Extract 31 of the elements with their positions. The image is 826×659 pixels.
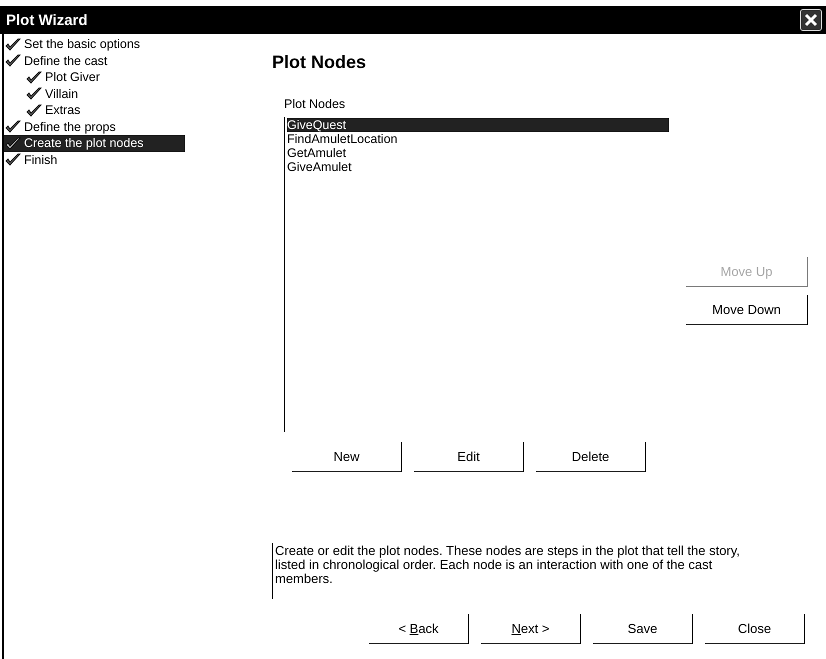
new-button[interactable]: New [292, 442, 402, 472]
list-item[interactable]: FindAmuletLocation [287, 132, 669, 146]
close-button[interactable]: Close [705, 614, 805, 644]
next-button[interactable]: Next > [481, 614, 581, 644]
list-label: Plot Nodes [284, 97, 346, 111]
check-icon [26, 87, 42, 100]
check-icon [26, 104, 42, 117]
back-button[interactable]: < Back [369, 614, 469, 644]
description-text: Create or edit the plot nodes. These nodes are steps in the plot that tell the story, listed in chronological order. Each node is an interaction with one of the cast members. [272, 543, 826, 599]
step-item[interactable]: Define the cast [4, 52, 185, 69]
step-item[interactable]: Set the basic options [4, 36, 185, 52]
check-icon [26, 70, 42, 84]
step-item[interactable]: Villain [4, 86, 185, 102]
check-icon [5, 38, 21, 51]
close-icon[interactable] [800, 9, 822, 31]
check-icon [5, 136, 21, 150]
check-icon [5, 54, 21, 68]
edit-button[interactable]: Edit [414, 442, 524, 472]
window-title: Plot Wizard [6, 12, 88, 28]
list-item[interactable]: GiveAmulet [287, 160, 669, 174]
move-down-button[interactable]: Move Down [686, 295, 808, 325]
delete-button[interactable]: Delete [536, 442, 646, 472]
step-item[interactable]: Extras [4, 102, 185, 118]
step-item[interactable]: Finish [4, 152, 185, 168]
list-item[interactable]: GetAmulet [287, 146, 669, 160]
step-item[interactable]: Create the plot nodes [4, 135, 185, 152]
step-item[interactable]: Define the props [4, 118, 185, 135]
save-button[interactable]: Save [593, 614, 693, 644]
page-heading: Plot Nodes [272, 52, 368, 73]
step-item[interactable]: Plot Giver [4, 69, 185, 86]
list-item[interactable]: GiveQuest [287, 118, 669, 132]
